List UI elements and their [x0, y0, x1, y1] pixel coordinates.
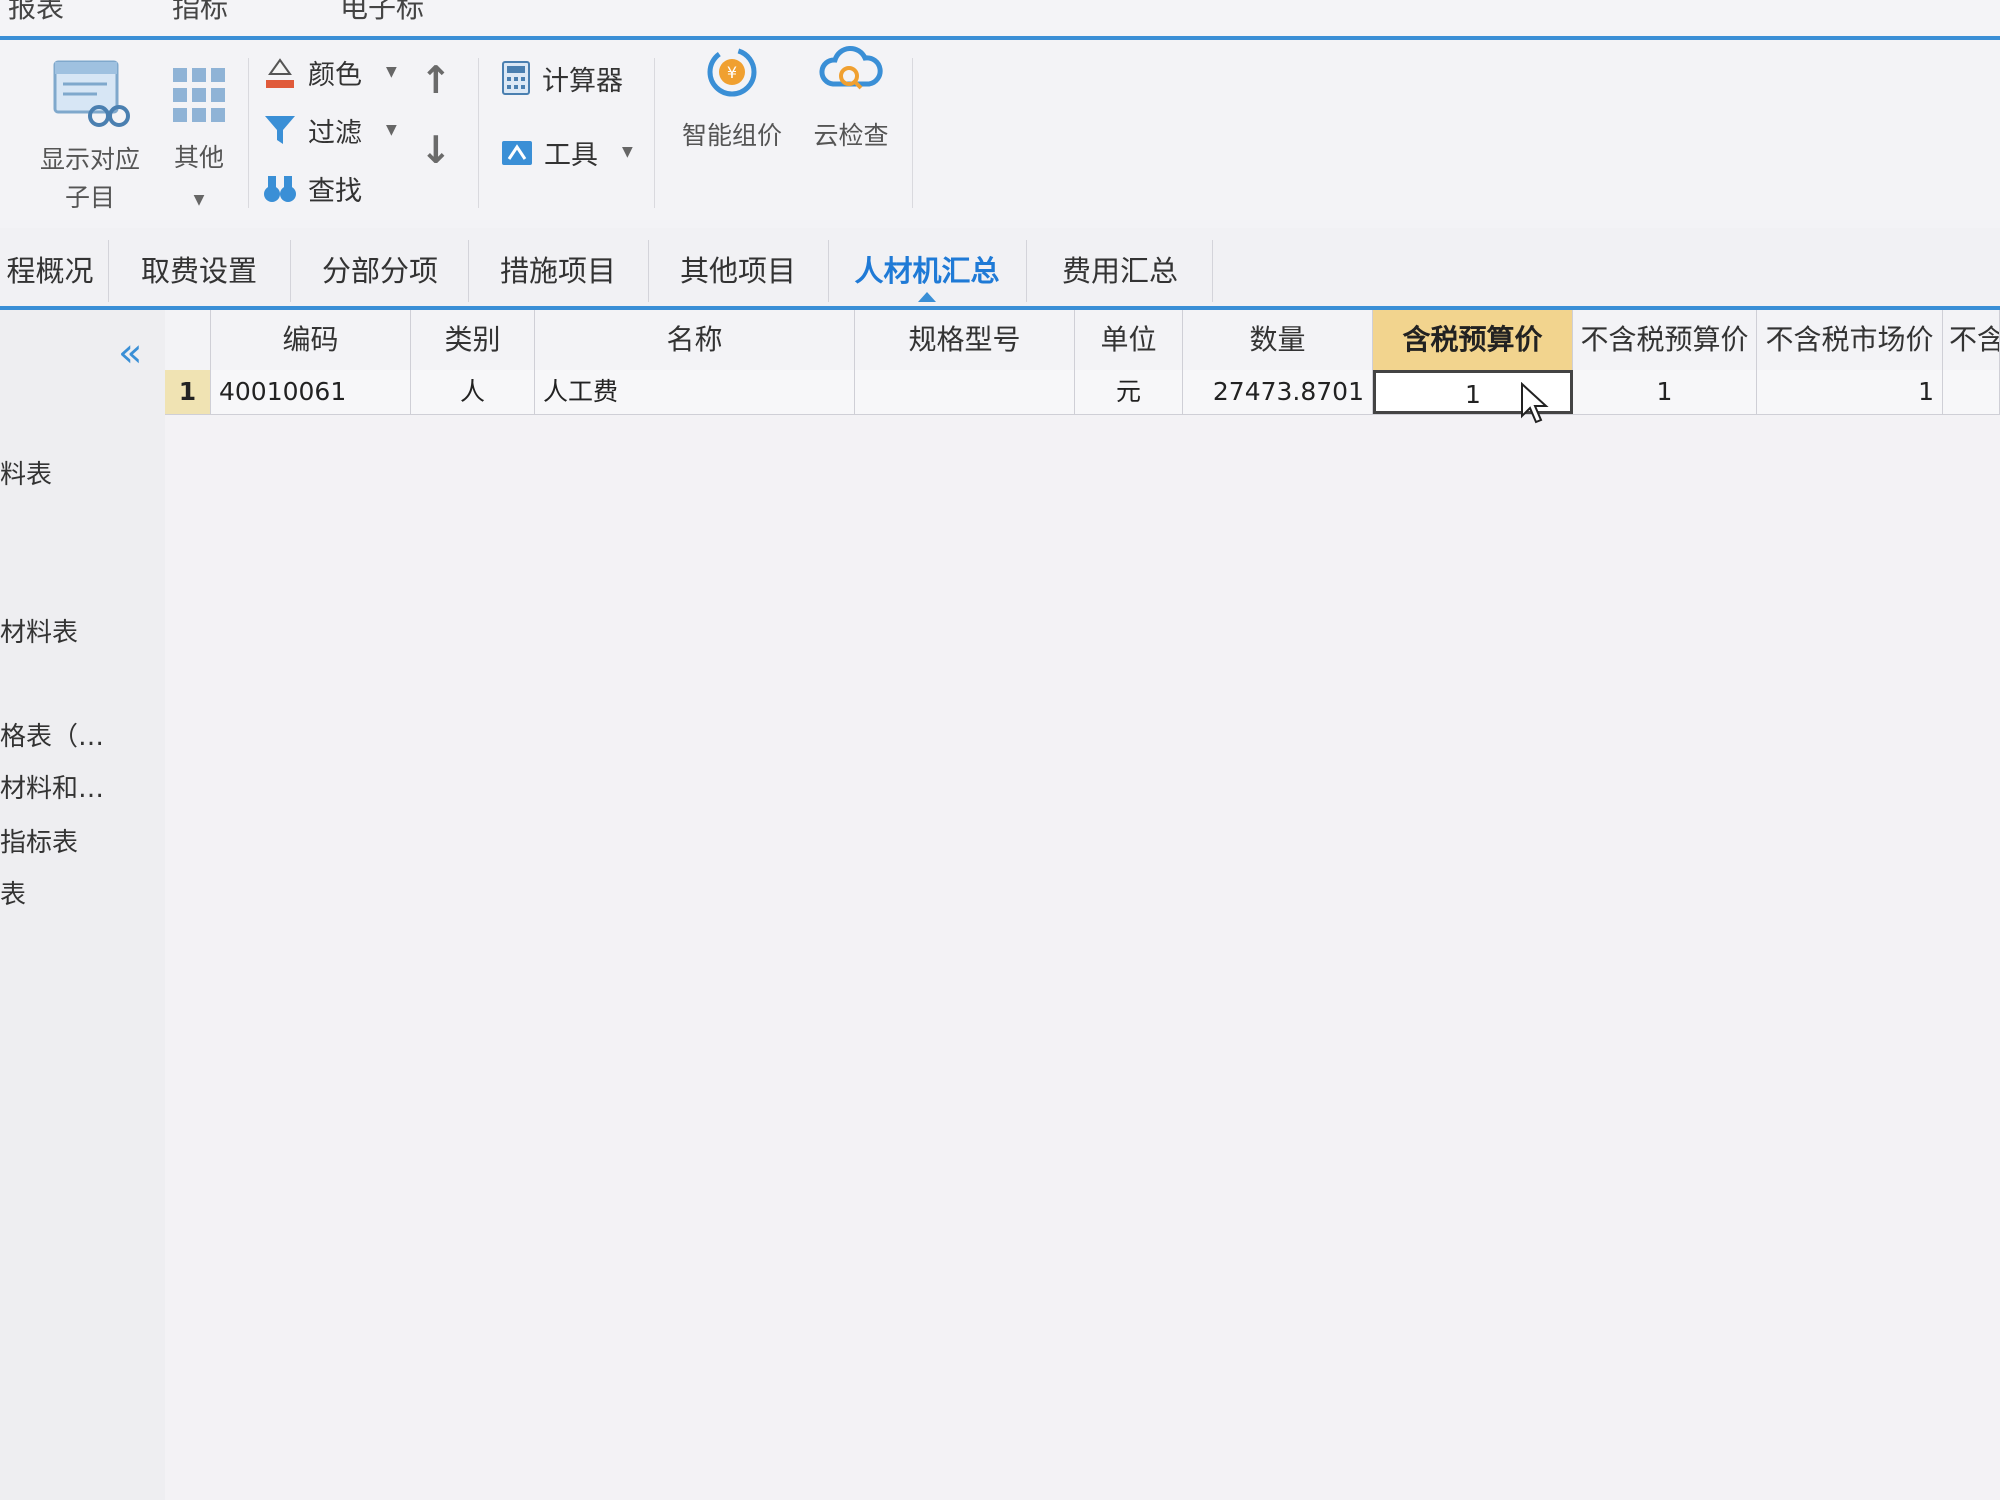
calculator-button[interactable]: 计算器 [500, 58, 623, 98]
other-button[interactable]: 其他 ▼ [160, 62, 238, 219]
tab-divider [828, 240, 829, 302]
tab-divider [648, 240, 649, 302]
module-tabs: 程概况 取费设置 分部分项 措施项目 其他项目 人材机汇总 费用汇总 [0, 228, 2000, 310]
menu-bar: 报表 指标 电子标 [0, 0, 2000, 40]
move-down-icon[interactable]: ↓ [420, 128, 452, 172]
show-sub-items-button[interactable]: 显示对应 子目 [30, 58, 150, 217]
calculator-label: 计算器 [542, 65, 623, 97]
header-code[interactable]: 编码 [211, 310, 411, 370]
tab-sub-items[interactable]: 分部分项 [300, 246, 460, 296]
filter-icon [265, 116, 295, 144]
tools-label: 工具 [544, 139, 598, 171]
tab-divider [1212, 240, 1213, 302]
show-sub-items-label-1: 显示对应 [39, 145, 140, 174]
cell-quantity[interactable]: 27473.8701 [1183, 370, 1373, 414]
tab-divider [468, 240, 469, 302]
cell-code[interactable]: 40010061 [211, 370, 411, 414]
smart-pricing-label: 智能组价 [681, 121, 782, 150]
find-button[interactable]: 查找 [262, 168, 362, 208]
tab-measures[interactable]: 措施项目 [478, 246, 638, 296]
smart-pricing-icon: ¥ [707, 47, 757, 97]
chevron-down-icon: ▼ [622, 144, 633, 160]
table-row[interactable]: 1 40010061 人 人工费 元 27473.8701 1 1 1 [165, 370, 2000, 415]
cloud-check-button[interactable]: 云检查 [802, 40, 900, 155]
header-name[interactable]: 名称 [535, 310, 855, 370]
color-label: 颜色 [308, 59, 362, 91]
header-tax-budget-price[interactable]: 含税预算价 [1373, 310, 1573, 370]
tab-labor-material-machine-summary[interactable]: 人材机汇总 [838, 246, 1016, 296]
tab-other-items[interactable]: 其他项目 [658, 246, 818, 296]
tab-divider [108, 240, 109, 302]
sidebar-item[interactable]: 材料表 [0, 612, 78, 649]
active-tab-indicator [918, 292, 936, 302]
sidebar-item[interactable]: 表 [0, 874, 26, 911]
cell-no-tax-budget-price[interactable]: 1 [1573, 370, 1757, 414]
svg-text:¥: ¥ [727, 63, 737, 82]
menu-e-bid[interactable]: 电子标 [340, 0, 424, 26]
grid-header: 编码 类别 名称 规格型号 单位 数量 含税预算价 不含税预算价 不含税市场价 … [165, 310, 2000, 371]
tab-divider [1026, 240, 1027, 302]
menu-report[interactable]: 报表 [8, 0, 64, 26]
sidebar-item[interactable]: 格表（… [0, 716, 104, 753]
header-category[interactable]: 类别 [411, 310, 535, 370]
row-number: 1 [165, 370, 211, 414]
cell-unit[interactable]: 元 [1075, 370, 1183, 414]
ribbon-divider [248, 58, 249, 208]
other-label: 其他 [173, 143, 224, 172]
calculator-icon [502, 61, 530, 95]
cloud-search-icon [819, 46, 883, 90]
header-quantity[interactable]: 数量 [1183, 310, 1373, 370]
menu-index[interactable]: 指标 [172, 0, 228, 26]
summary-grid [165, 310, 2000, 1500]
cell-extra[interactable] [1943, 370, 2000, 414]
show-sub-items-icon [53, 60, 130, 127]
cell-no-tax-market-price[interactable]: 1 [1757, 370, 1943, 414]
paint-bucket-icon [266, 58, 294, 88]
chevron-down-icon: ▼ [193, 192, 205, 208]
tab-fee-settings[interactable]: 取费设置 [120, 246, 278, 296]
header-row-number [165, 310, 211, 370]
tools-button[interactable]: 工具 ▼ [500, 132, 633, 172]
cloud-check-label: 云检查 [813, 121, 889, 150]
ribbon-divider [478, 58, 479, 208]
sidebar-item[interactable]: 材料和… [0, 768, 104, 805]
binoculars-icon [264, 176, 296, 202]
ribbon-divider [654, 58, 655, 208]
tools-icon [502, 141, 532, 165]
chevron-down-icon: ▼ [386, 64, 397, 80]
sidebar-item[interactable]: 指标表 [0, 822, 78, 859]
filter-button[interactable]: 过滤 ▼ [262, 110, 397, 150]
tab-fee-summary[interactable]: 费用汇总 [1036, 246, 1204, 296]
chevron-down-icon: ▼ [386, 122, 397, 138]
show-sub-items-label-2: 子目 [64, 183, 115, 212]
header-no-tax-market-price[interactable]: 不含税市场价 [1757, 310, 1943, 370]
tab-project-overview[interactable]: 程概况 [0, 246, 100, 296]
find-label: 查找 [308, 175, 362, 207]
filter-label: 过滤 [308, 117, 362, 149]
color-button[interactable]: 颜色 ▼ [262, 52, 397, 92]
cell-spec[interactable] [855, 370, 1075, 414]
cell-category[interactable]: 人 [411, 370, 535, 414]
grid-icon [173, 68, 225, 122]
smart-pricing-button[interactable]: ¥ 智能组价 [670, 40, 794, 155]
header-spec[interactable]: 规格型号 [855, 310, 1075, 370]
header-unit[interactable]: 单位 [1075, 310, 1183, 370]
collapse-sidebar-icon[interactable]: « [118, 330, 142, 376]
move-up-icon[interactable]: ↑ [420, 58, 452, 102]
mouse-cursor-icon [1521, 382, 1549, 424]
header-no-tax-budget-price[interactable]: 不含税预算价 [1573, 310, 1757, 370]
sidebar-item[interactable]: 料表 [0, 454, 52, 491]
header-no-tax-more[interactable]: 不含 [1943, 310, 2000, 370]
ribbon-divider [912, 58, 913, 208]
tab-divider [290, 240, 291, 302]
cell-name[interactable]: 人工费 [535, 370, 855, 414]
ribbon-toolbar: 显示对应 子目 其他 ▼ 颜色 ▼ 过滤 ▼ 查找 ↑ ↓ 计算器 工具 ▼ ¥… [0, 40, 2000, 229]
